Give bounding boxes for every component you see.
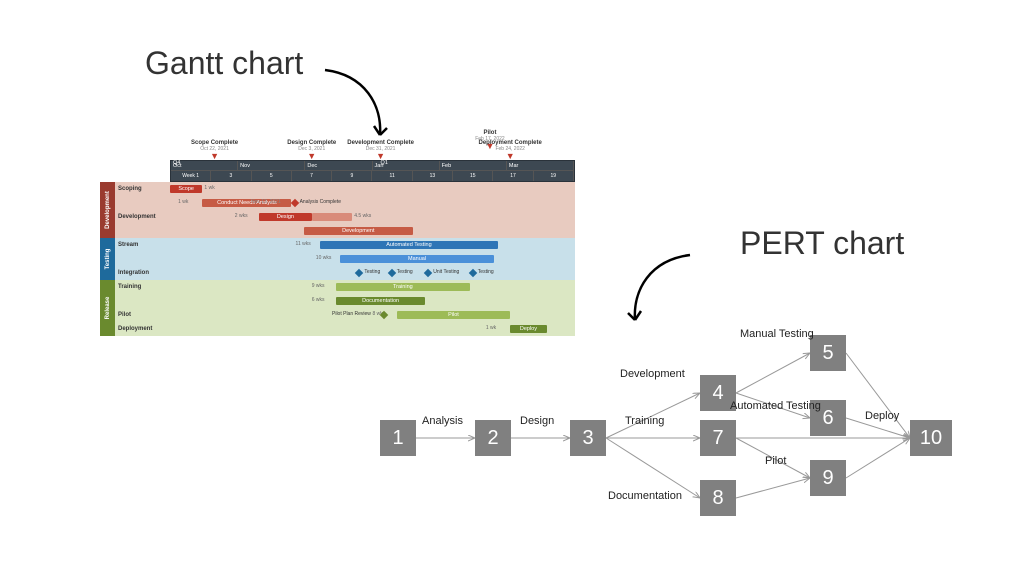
pert-node: 9 (810, 460, 846, 496)
gantt-row: Development (115, 224, 575, 238)
gantt-row: DevelopmentDesign2 wks4.5 wks (115, 210, 575, 224)
gantt-week-cell: 11 (372, 171, 412, 181)
gantt-section: Development ScopingScope1 wkConduct Needs… (100, 182, 575, 238)
gantt-row: TrainingTraining9 wks (115, 280, 575, 294)
pert-node: 8 (700, 480, 736, 516)
gantt-milestone: Scope CompleteOct 22, 2021▼ (191, 140, 238, 161)
gantt-section: TestingStreamAutomated Testing11 wksManu… (100, 238, 575, 280)
gantt-diamond (468, 269, 476, 277)
gantt-month-cell: Dec (305, 161, 372, 170)
pert-edge-label: Documentation (608, 490, 682, 502)
pert-edge-label: Development (620, 368, 685, 380)
pert-edge-label: Manual Testing (740, 328, 814, 340)
gantt-week-cell: 3 (211, 171, 251, 181)
gantt-milestone: Development CompleteDec 31, 2021▼ (347, 140, 414, 161)
gantt-row: StreamAutomated Testing11 wks (115, 238, 575, 252)
pert-node: 1 (380, 420, 416, 456)
gantt-diamond (355, 269, 363, 277)
title-pert: PERT chart (740, 225, 904, 262)
gantt-diamond (424, 269, 432, 277)
gantt-chart: Scope CompleteOct 22, 2021▼ Design Comple… (100, 140, 575, 350)
gantt-week-cell: 15 (453, 171, 493, 181)
gantt-bar: Development (304, 227, 413, 235)
gantt-bar (312, 213, 353, 221)
pert-edge-label: Design (520, 415, 554, 427)
pert-node: 7 (700, 420, 736, 456)
pert-edge (606, 438, 700, 498)
pert-edge (846, 438, 910, 478)
gantt-week-cell: 19 (534, 171, 574, 181)
gantt-milestone: Deployment CompleteFeb 24, 2022▼ (479, 140, 542, 161)
gantt-week-cell: Week 1 (171, 171, 211, 181)
arrow-to-gantt (320, 65, 410, 145)
pert-node: 2 (475, 420, 511, 456)
gantt-month-cell: Mar (507, 161, 574, 170)
gantt-month-cell: Oct (171, 161, 238, 170)
gantt-week-cell: 17 (493, 171, 533, 181)
gantt-bar: Manual (340, 255, 494, 263)
pert-node: 5 (810, 335, 846, 371)
gantt-week-cell: 7 (292, 171, 332, 181)
gantt-bar: Pilot (397, 311, 510, 319)
gantt-diamond (387, 269, 395, 277)
pert-edge-label: Automated Testing (730, 400, 821, 412)
gantt-month-cell: Feb (440, 161, 507, 170)
gantt-milestone: Design CompleteDec 3, 2021▼ (287, 140, 336, 161)
pert-edge-label: Training (625, 415, 664, 427)
gantt-bar: Documentation (336, 297, 425, 305)
pert-edge (846, 353, 910, 438)
pert-edge-label: Deploy (865, 410, 899, 422)
gantt-timeline-header: OctNovDecJanFebMar Week 135791113151719 … (170, 160, 575, 182)
gantt-diamond (290, 199, 298, 207)
pert-node: 3 (570, 420, 606, 456)
gantt-row: ScopingScope1 wk (115, 182, 575, 196)
gantt-week-cell: 5 (252, 171, 292, 181)
gantt-month-cell: Nov (238, 161, 305, 170)
pert-edge (736, 478, 810, 498)
gantt-week-cell: 9 (332, 171, 372, 181)
gantt-row: Manual10 wks (115, 252, 575, 266)
pert-chart: 12345678910 AnalysisDesignDevelopmentTra… (370, 320, 970, 540)
gantt-bar: Automated Testing (320, 241, 498, 249)
gantt-bar: Training (336, 283, 470, 291)
title-gantt: Gantt chart (145, 45, 303, 82)
pert-edge-label: Analysis (422, 415, 463, 427)
pert-edge-label: Pilot (765, 455, 786, 467)
gantt-row: IntegrationTestingTestingUnit TestingTes… (115, 266, 575, 280)
arrow-to-pert (605, 250, 695, 330)
pert-edge (736, 353, 810, 393)
gantt-row: Conduct Needs Analysis1 wkAnalysis Compl… (115, 196, 575, 210)
gantt-week-cell: 13 (413, 171, 453, 181)
pert-node: 10 (910, 420, 952, 456)
gantt-bar: Design (259, 213, 312, 221)
gantt-bar: Scope (170, 185, 202, 193)
gantt-row: Documentation6 wks (115, 294, 575, 308)
